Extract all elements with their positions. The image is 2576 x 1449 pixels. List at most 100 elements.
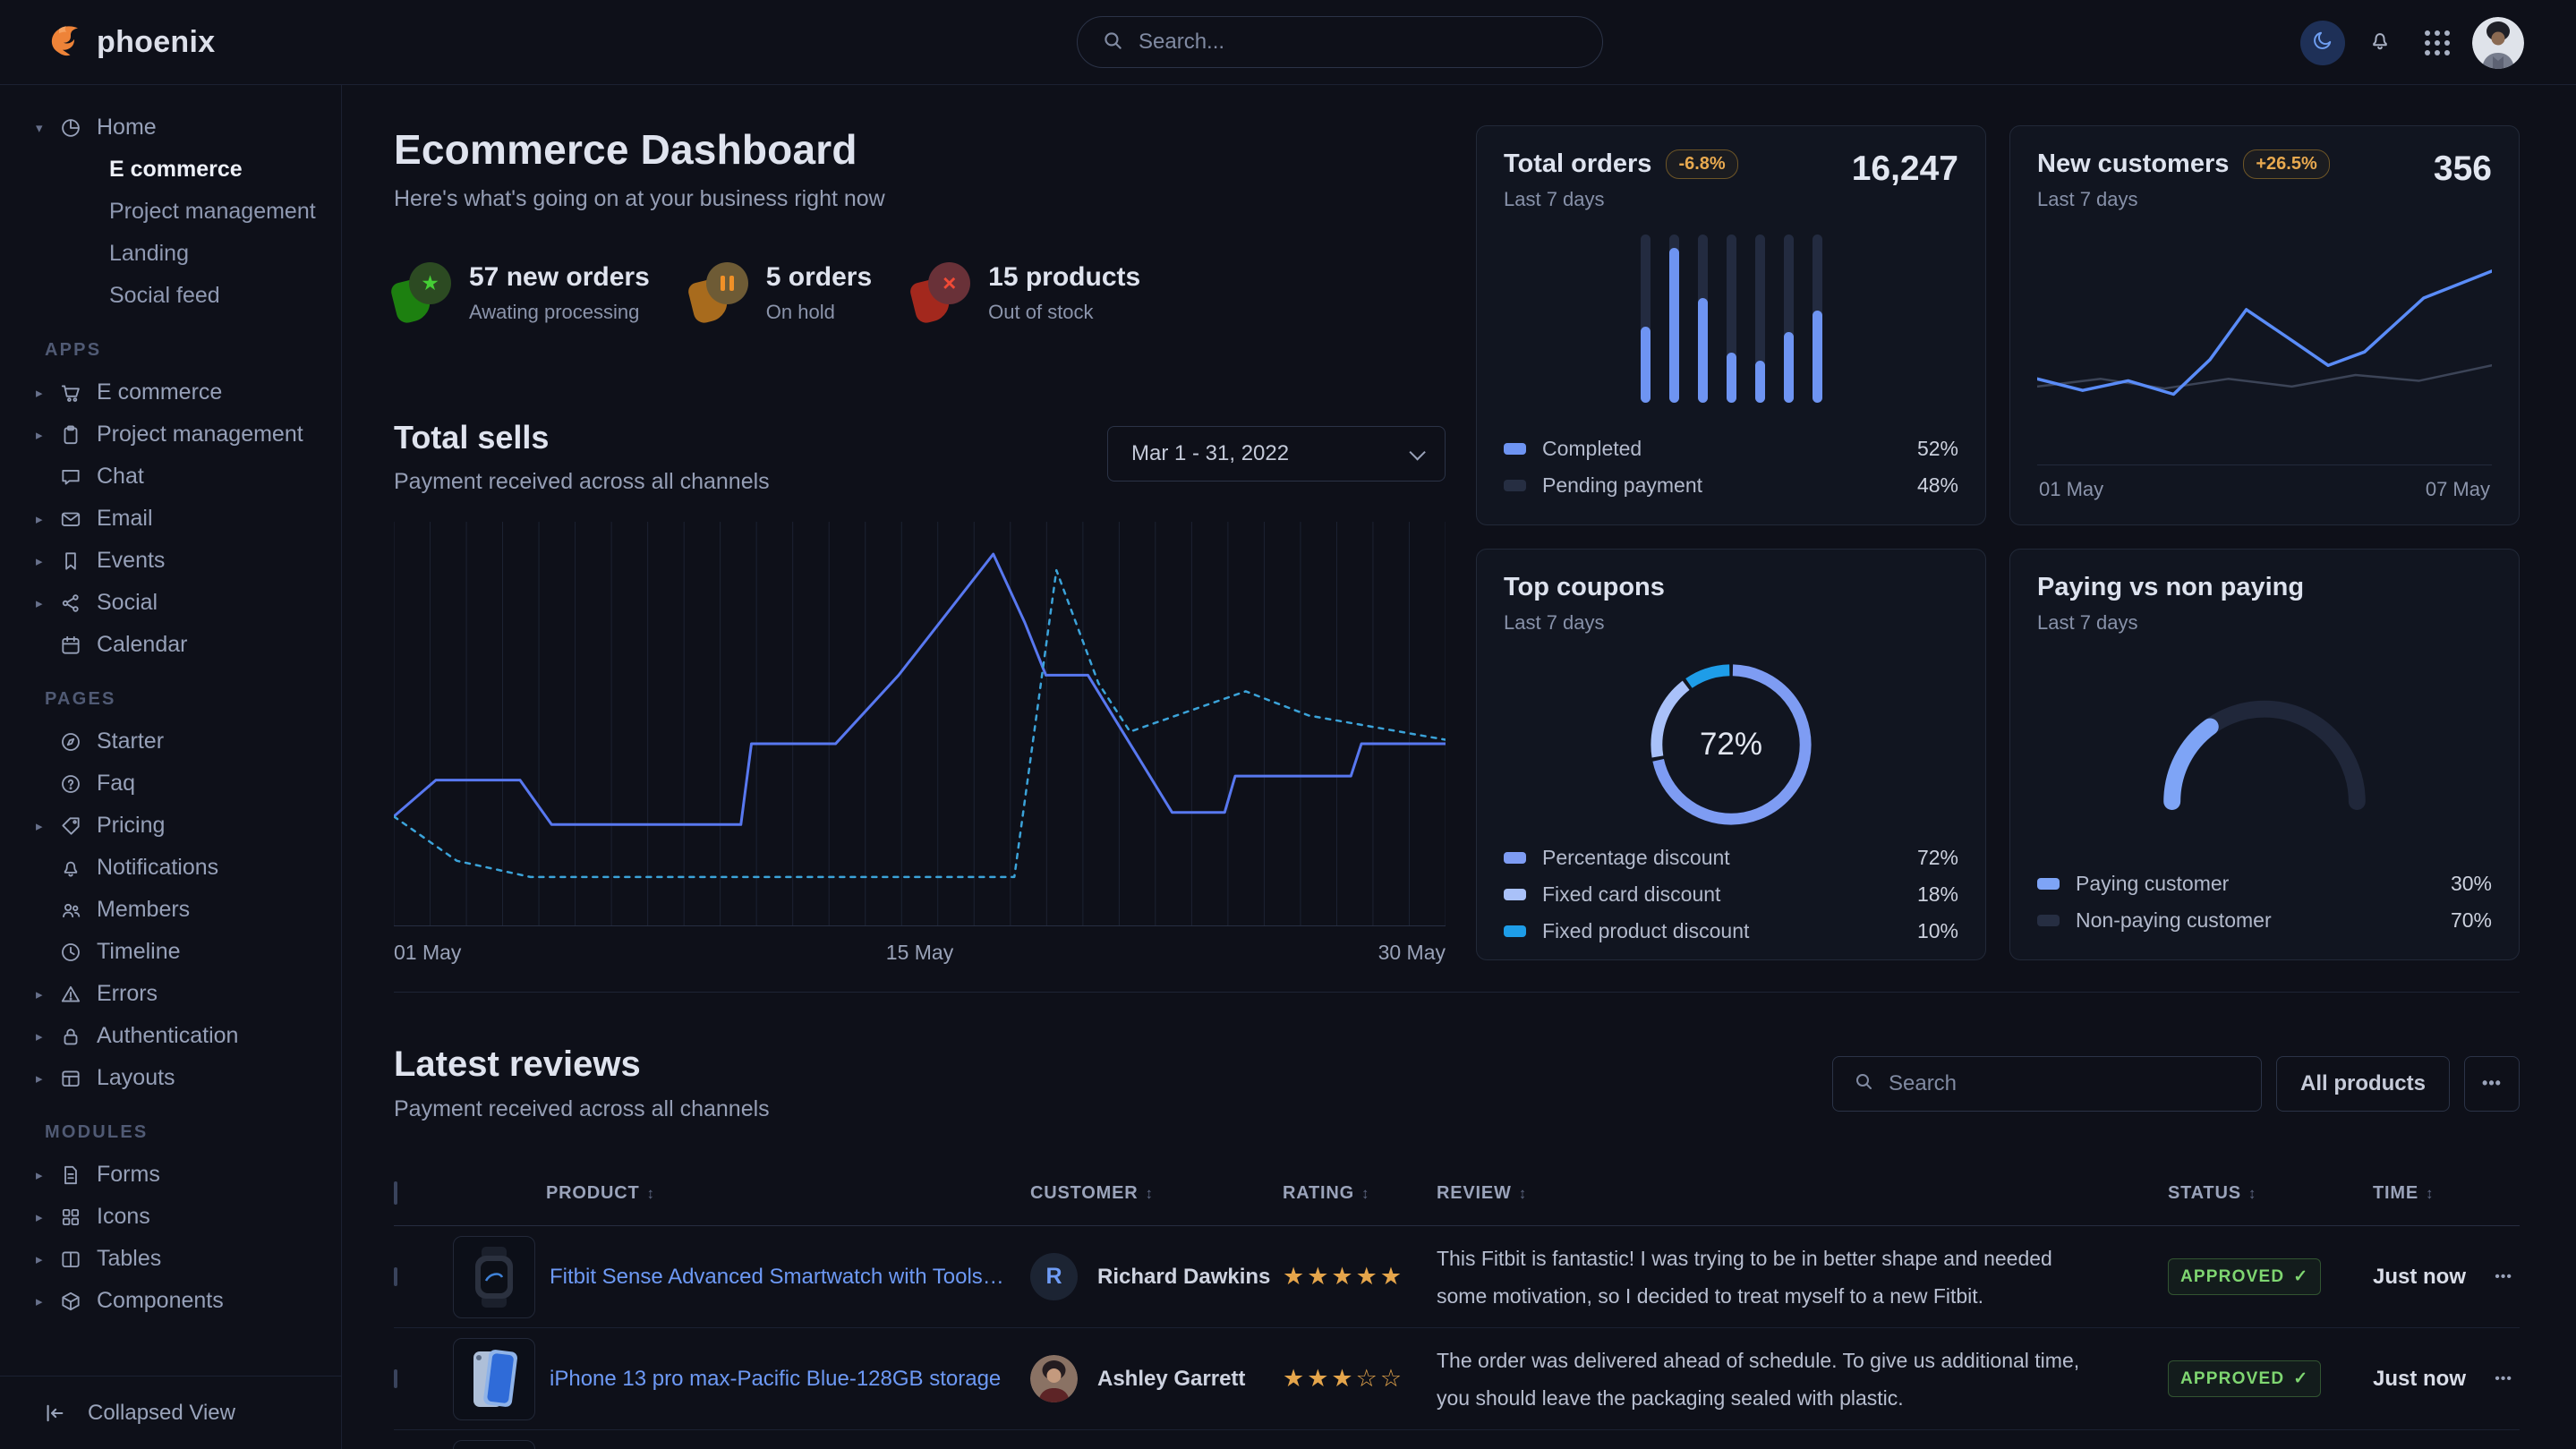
- legend-label: Percentage discount: [1542, 846, 1917, 870]
- top-coupons-title: Top coupons: [1504, 573, 1665, 602]
- total-orders-title: Total orders: [1504, 149, 1651, 179]
- sidebar-item-label: Home: [97, 115, 157, 141]
- columns-icon: [59, 1248, 97, 1271]
- sidebar-item-notifications[interactable]: Notifications: [0, 847, 341, 889]
- theme-toggle-button[interactable]: [2300, 21, 2345, 65]
- sidebar-item-project-management[interactable]: Project management: [0, 191, 341, 233]
- row-checkbox[interactable]: [394, 1267, 397, 1286]
- row-menu-button[interactable]: •••: [2489, 1269, 2520, 1285]
- sidebar-item-authentication[interactable]: ▸Authentication: [0, 1015, 341, 1057]
- sidebar-item-forms[interactable]: ▸Forms: [0, 1154, 341, 1196]
- sidebar-item-e-commerce[interactable]: ▸E commerce: [0, 371, 341, 413]
- stat-sub: On hold: [766, 301, 872, 324]
- sidebar-item-label: Icons: [97, 1204, 150, 1230]
- new-customers-badge: +26.5%: [2243, 149, 2329, 179]
- all-products-button[interactable]: All products: [2276, 1056, 2450, 1112]
- table-header-row: PRODUCT↕CUSTOMER↕RATING↕REVIEW↕STATUS↕TI…: [394, 1162, 2520, 1226]
- review-time: Just now: [2373, 1367, 2489, 1392]
- row-checkbox[interactable]: [394, 1369, 397, 1388]
- sidebar-item-social[interactable]: ▸Social: [0, 582, 341, 624]
- star-icon: ★: [421, 271, 439, 295]
- product-thumbnail: [453, 1338, 535, 1420]
- total-orders-period: Last 7 days: [1504, 188, 1738, 211]
- more-options-button[interactable]: •••: [2464, 1056, 2520, 1112]
- brand[interactable]: phoenix: [0, 21, 215, 64]
- sidebar-item-landing[interactable]: Landing: [0, 233, 341, 275]
- page-title: Ecommerce Dashboard: [394, 125, 1446, 174]
- sidebar-section-label: MODULES: [45, 1122, 341, 1143]
- sort-icon: ↕: [1361, 1185, 1369, 1202]
- sidebar-item-faq[interactable]: Faq: [0, 763, 341, 805]
- sidebar-item-email[interactable]: ▸Email: [0, 498, 341, 540]
- pause-icon: [721, 276, 734, 291]
- sidebar-item-project-management[interactable]: ▸Project management: [0, 413, 341, 456]
- sidebar-section-label: APPS: [45, 340, 341, 361]
- column-header-customer[interactable]: CUSTOMER↕: [1030, 1183, 1283, 1204]
- search-icon: [1853, 1070, 1874, 1096]
- row-menu-button[interactable]: •••: [2489, 1371, 2520, 1387]
- select-all-checkbox[interactable]: [394, 1181, 397, 1205]
- status-badge: APPROVED✓: [2168, 1360, 2321, 1397]
- sidebar-item-e-commerce[interactable]: E commerce: [0, 149, 341, 191]
- date-range-select[interactable]: Mar 1 - 31, 2022: [1107, 426, 1446, 482]
- product-link[interactable]: Fitbit Sense Advanced Smartwatch with To…: [550, 1265, 1006, 1290]
- column-header-rating[interactable]: RATING↕: [1283, 1183, 1437, 1204]
- legend-row: Fixed card discount18%: [1504, 882, 1958, 907]
- sidebar-item-events[interactable]: ▸Events: [0, 540, 341, 582]
- column-header-review[interactable]: REVIEW↕: [1437, 1183, 2168, 1204]
- bell-icon: [2367, 28, 2393, 57]
- table-row: iPhone 13 pro max-Pacific Blue-128GB sto…: [394, 1328, 2520, 1430]
- stat-headline: 5 orders: [766, 262, 872, 293]
- product-link[interactable]: iPhone 13 pro max-Pacific Blue-128GB sto…: [550, 1367, 1001, 1392]
- sidebar-item-members[interactable]: Members: [0, 889, 341, 931]
- check-icon: ✓: [2293, 1368, 2308, 1389]
- sidebar-item-starter[interactable]: Starter: [0, 720, 341, 763]
- avatar: R: [1030, 1253, 1078, 1300]
- caret-right-icon: ▸: [36, 553, 59, 569]
- cart-icon: [59, 381, 97, 405]
- sidebar-item-label: Errors: [97, 981, 158, 1007]
- sidebar-item-timeline[interactable]: Timeline: [0, 931, 341, 973]
- column-header-time[interactable]: TIME↕: [2373, 1183, 2489, 1204]
- caret-right-icon: ▸: [36, 1251, 59, 1267]
- legend-label: Pending payment: [1542, 473, 1917, 498]
- sidebar-item-layouts[interactable]: ▸Layouts: [0, 1057, 341, 1099]
- stat-item: ★57 new ordersAwating processing: [394, 262, 650, 324]
- column-header-status[interactable]: STATUS↕: [2168, 1183, 2373, 1204]
- pie-chart-icon: [59, 116, 97, 140]
- sidebar-item-errors[interactable]: ▸Errors: [0, 973, 341, 1015]
- moon-icon: [2311, 29, 2334, 56]
- sidebar-item-icons[interactable]: ▸Icons: [0, 1196, 341, 1238]
- sidebar-item-tables[interactable]: ▸Tables: [0, 1238, 341, 1280]
- sidebar-item-chat[interactable]: Chat: [0, 456, 341, 498]
- legend-row: Percentage discount72%: [1504, 846, 1958, 870]
- reviews-search-input[interactable]: [1889, 1071, 2241, 1096]
- topbar: phoenix: [0, 0, 2576, 85]
- top-coupons-period: Last 7 days: [1504, 611, 1665, 635]
- sidebar-item-label: Faq: [97, 771, 135, 797]
- user-avatar[interactable]: [2472, 17, 2524, 69]
- paying-period: Last 7 days: [2037, 611, 2304, 635]
- grid-icon: [59, 1206, 97, 1229]
- top-coupons-donut-chart: 72%: [1642, 656, 1820, 833]
- sidebar-item-pricing[interactable]: ▸Pricing: [0, 805, 341, 847]
- x-label-start: 01 May: [394, 941, 461, 965]
- cube-icon: [59, 1290, 97, 1313]
- reviews-title: Latest reviews: [394, 1044, 770, 1085]
- rating-stars: ★★★☆☆: [1283, 1365, 1437, 1393]
- sidebar-item-components[interactable]: ▸Components: [0, 1280, 341, 1322]
- apps-menu-button[interactable]: [2415, 21, 2460, 65]
- collapse-view-button[interactable]: Collapsed View: [0, 1376, 341, 1449]
- total-sells-subtitle: Payment received across all channels: [394, 469, 770, 495]
- customer-name: Ashley Garrett: [1097, 1367, 1245, 1392]
- total-sells-x-axis: 01 May 15 May 30 May: [394, 941, 1446, 965]
- sidebar-item-calendar[interactable]: Calendar: [0, 624, 341, 666]
- table-row: [394, 1430, 2520, 1449]
- sidebar-item-home[interactable]: ▾Home: [0, 107, 341, 149]
- column-header-product[interactable]: PRODUCT↕: [453, 1183, 1030, 1204]
- sidebar-item-social-feed[interactable]: Social feed: [0, 275, 341, 317]
- notifications-button[interactable]: [2358, 21, 2402, 65]
- sort-icon: ↕: [647, 1185, 655, 1202]
- search-input[interactable]: [1139, 30, 1579, 55]
- x-icon: ×: [943, 269, 956, 297]
